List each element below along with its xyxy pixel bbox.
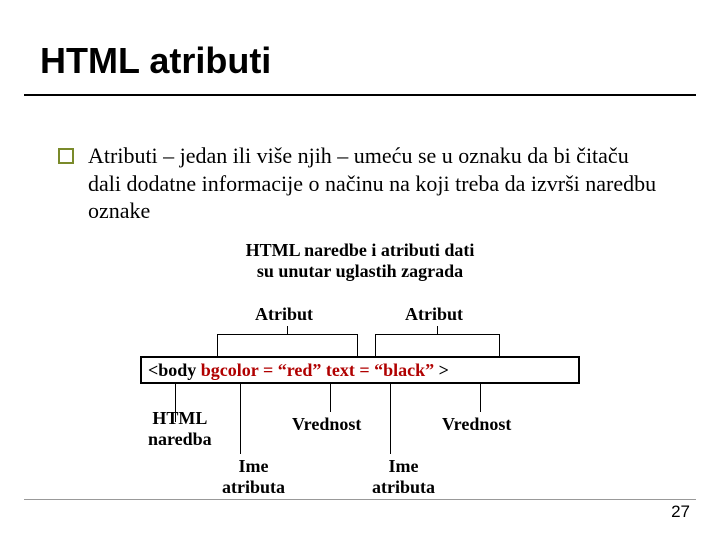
caption-line-1: HTML naredbe i atributi dati xyxy=(246,240,475,260)
brace-stem xyxy=(437,326,438,334)
connector-line xyxy=(240,384,241,454)
connector-line xyxy=(390,384,391,454)
label-line-2: atributa xyxy=(222,477,285,497)
slide-number: 27 xyxy=(671,502,690,522)
code-attr2-name: text xyxy=(326,360,355,380)
brace-right-drop xyxy=(357,334,358,356)
brace-stem xyxy=(287,326,288,334)
label-line-1: Ime xyxy=(239,456,269,476)
code-tag-name: body xyxy=(158,360,196,380)
label-ime-atributa-left: Ime atributa xyxy=(222,456,285,498)
label-line-2: atributa xyxy=(372,477,435,497)
connector-line xyxy=(480,384,481,412)
code-angle-close: > xyxy=(439,360,449,380)
code-attr1-name: bgcolor xyxy=(201,360,259,380)
label-line-2: naredba xyxy=(148,429,212,449)
code-eq: = xyxy=(355,360,374,380)
code-eq: = xyxy=(258,360,277,380)
label-html-naredba: HTML naredba xyxy=(148,408,212,450)
slide-title: HTML atributi xyxy=(40,40,271,82)
label-line-1: HTML xyxy=(152,408,207,428)
diagram-caption: HTML naredbe i atributi dati su unutar u… xyxy=(0,240,720,282)
code-attr1-value: “red” xyxy=(278,360,322,380)
label-vrednost-right: Vrednost xyxy=(442,414,511,435)
brace-left-drop xyxy=(217,334,218,356)
bullet-icon xyxy=(58,148,74,164)
connector-line xyxy=(330,384,331,412)
title-underline xyxy=(24,94,696,96)
footer-divider xyxy=(24,499,696,500)
label-line-1: Ime xyxy=(389,456,419,476)
brace-left-drop xyxy=(375,334,376,356)
brace-bar xyxy=(375,334,499,335)
label-vrednost-left: Vrednost xyxy=(292,414,361,435)
bullet-text: Atributi – jedan ili više njih – umeću s… xyxy=(88,142,658,225)
bullet-row: Atributi – jedan ili više njih – umeću s… xyxy=(58,142,658,225)
brace-bar xyxy=(217,334,357,335)
label-ime-atributa-right: Ime atributa xyxy=(372,456,435,498)
code-box: <body bgcolor = “red” text = “black” > xyxy=(140,356,580,384)
code-attr2-value: “black” xyxy=(374,360,434,380)
slide: HTML atributi Atributi – jedan ili više … xyxy=(0,0,720,540)
label-atribut-right: Atribut xyxy=(405,304,463,325)
caption-line-2: su unutar uglastih zagrada xyxy=(257,261,463,281)
code-angle-open: < xyxy=(148,360,158,380)
brace-right-drop xyxy=(499,334,500,356)
label-atribut-left: Atribut xyxy=(255,304,313,325)
